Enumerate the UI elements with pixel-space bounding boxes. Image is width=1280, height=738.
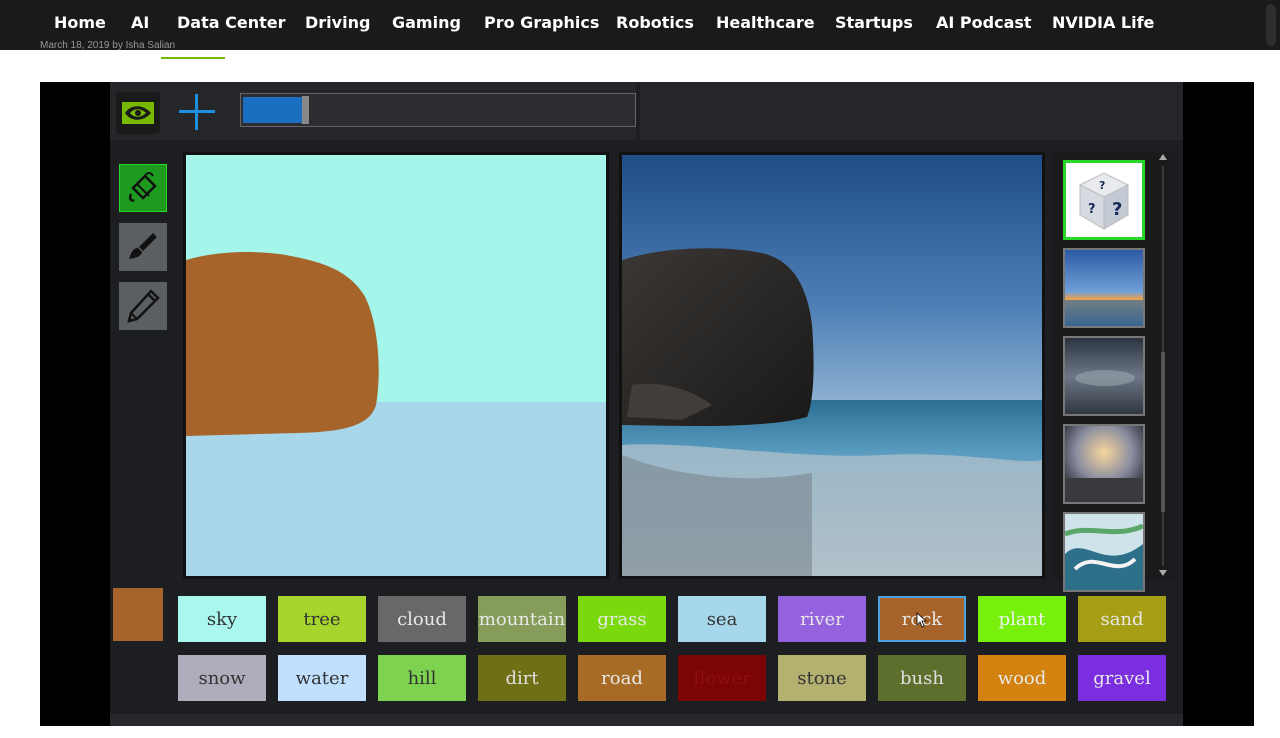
nav-driving[interactable]: Driving bbox=[305, 13, 370, 33]
mouse-cursor-icon bbox=[916, 612, 928, 628]
app-toolbar bbox=[110, 82, 1183, 140]
style-golden-clouds[interactable] bbox=[1063, 424, 1145, 504]
app-bottom-bar bbox=[110, 714, 1183, 726]
random-style-dice-icon[interactable]: ? ? ? bbox=[1063, 160, 1145, 240]
label-cloud-button[interactable]: cloud bbox=[378, 596, 466, 642]
pencil-icon[interactable] bbox=[119, 282, 167, 330]
label-sea-button[interactable]: sea bbox=[678, 596, 766, 642]
style-cloudy-sky[interactable] bbox=[1063, 336, 1145, 416]
style-blend-slider[interactable] bbox=[240, 93, 636, 127]
top-nav: Home AI Data Center Driving Gaming Pro G… bbox=[0, 0, 1280, 50]
nvidia-eye-logo-icon[interactable] bbox=[116, 92, 160, 134]
article-byline: March 18, 2019 by Isha Salian bbox=[40, 40, 176, 51]
label-tree-button[interactable]: tree bbox=[278, 596, 366, 642]
style-painting[interactable] bbox=[1063, 512, 1145, 592]
slider-fill bbox=[243, 97, 302, 123]
nav-robotics[interactable]: Robotics bbox=[616, 13, 694, 33]
nav-home[interactable]: Home bbox=[54, 13, 106, 33]
label-flower-button[interactable]: flower bbox=[678, 655, 766, 701]
generated-image bbox=[619, 152, 1045, 579]
toolbar-divider bbox=[636, 82, 640, 140]
video-player[interactable]: ? ? ? sky tree cloud mountain grass sea … bbox=[40, 82, 1254, 726]
label-river-button[interactable]: river bbox=[778, 596, 866, 642]
nav-data-center[interactable]: Data Center bbox=[177, 13, 285, 33]
label-bush-button[interactable]: bush bbox=[878, 655, 966, 701]
page-scrollbar[interactable] bbox=[1266, 4, 1276, 46]
current-color-swatch bbox=[113, 588, 163, 641]
label-hill-button[interactable]: hill bbox=[378, 655, 466, 701]
paint-bucket-icon[interactable] bbox=[119, 164, 167, 212]
nav-gaming[interactable]: Gaming bbox=[392, 13, 461, 33]
label-plant-button[interactable]: plant bbox=[978, 596, 1066, 642]
label-snow-button[interactable]: snow bbox=[178, 655, 266, 701]
slider-handle[interactable] bbox=[302, 96, 309, 124]
label-road-button[interactable]: road bbox=[578, 655, 666, 701]
svg-text:?: ? bbox=[1112, 199, 1122, 220]
nav-ai-podcast[interactable]: AI Podcast bbox=[936, 13, 1032, 33]
plus-icon[interactable] bbox=[174, 90, 220, 134]
author-link-underline bbox=[161, 57, 225, 59]
label-mountain-button[interactable]: mountain bbox=[478, 596, 566, 642]
nav-startups[interactable]: Startups bbox=[835, 13, 913, 33]
label-stone-button[interactable]: stone bbox=[778, 655, 866, 701]
brush-icon[interactable] bbox=[119, 223, 167, 271]
label-rock-button[interactable]: rock bbox=[878, 596, 966, 642]
nav-ai[interactable]: AI bbox=[131, 13, 149, 33]
svg-text:?: ? bbox=[1099, 179, 1105, 192]
style-thumbnails: ? ? ? bbox=[1053, 152, 1175, 592]
gaugan-app: ? ? ? sky tree cloud mountain grass sea … bbox=[110, 82, 1183, 726]
label-sky-button[interactable]: sky bbox=[178, 596, 266, 642]
label-gravel-button[interactable]: gravel bbox=[1078, 655, 1166, 701]
label-wood-button[interactable]: wood bbox=[978, 655, 1066, 701]
label-sand-button[interactable]: sand bbox=[1078, 596, 1166, 642]
nav-healthcare[interactable]: Healthcare bbox=[716, 13, 815, 33]
nav-pro-graphics[interactable]: Pro Graphics bbox=[484, 13, 599, 33]
style-sunset-sea[interactable] bbox=[1063, 248, 1145, 328]
label-grass-button[interactable]: grass bbox=[578, 596, 666, 642]
segmentation-canvas[interactable] bbox=[183, 152, 609, 579]
label-dirt-button[interactable]: dirt bbox=[478, 655, 566, 701]
svg-text:?: ? bbox=[1088, 202, 1096, 217]
thumbnails-scrollbar[interactable] bbox=[1158, 152, 1168, 580]
label-water-button[interactable]: water bbox=[278, 655, 366, 701]
nav-nvidia-life[interactable]: NVIDIA Life bbox=[1052, 13, 1154, 33]
